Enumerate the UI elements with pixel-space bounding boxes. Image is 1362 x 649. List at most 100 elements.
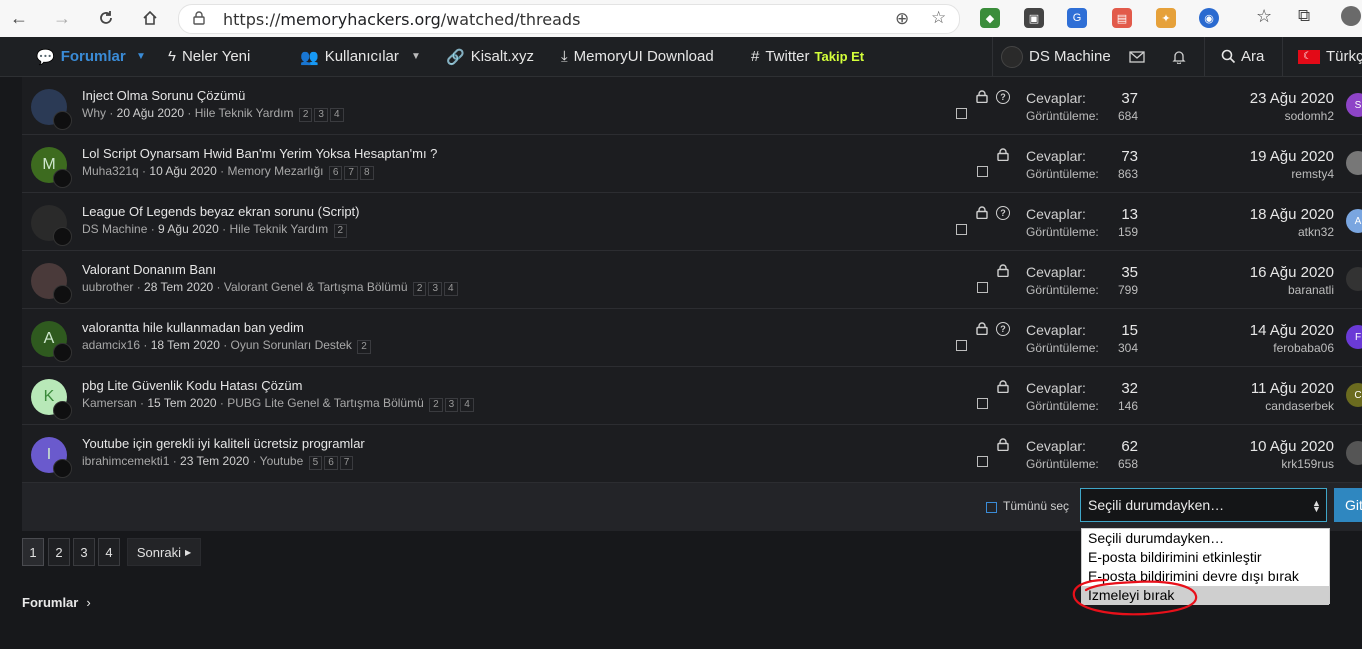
last-post-date[interactable]: 14 Ağu 2020 [1174, 322, 1334, 339]
thread-author[interactable]: DS Machine [82, 222, 147, 236]
page-link[interactable]: 2 [412, 282, 427, 296]
table-row[interactable]: Inject Olma Sorunu Çözümü Why · 20 Ağu 20… [22, 77, 1362, 135]
page-link[interactable]: 8 [359, 166, 374, 180]
nav-memoryui-download[interactable]: ⤓ MemoryUI Download [561, 37, 714, 76]
extension-person-icon[interactable]: ✦ [1156, 8, 1176, 28]
last-post-user[interactable]: candaserbek [1174, 399, 1334, 413]
table-row[interactable]: Kpbg Lite Güvenlik Kodu Hatası Çözüm Kame… [22, 367, 1362, 425]
last-post-user[interactable]: krk159rus [1174, 457, 1334, 471]
address-bar[interactable]: https://memoryhackers.org/watched/thread… [178, 4, 960, 34]
extension-compass-icon[interactable]: ◉ [1199, 8, 1219, 28]
page-3-button[interactable]: 3 [73, 538, 95, 566]
nav-neler-yeni[interactable]: ϟ Neler Yeni [168, 37, 250, 76]
profile-icon[interactable] [1341, 6, 1361, 26]
page-4-button[interactable]: 4 [98, 538, 120, 566]
select-all-label[interactable]: Tümünü seç [1003, 499, 1069, 513]
thread-checkbox[interactable] [977, 398, 988, 409]
nav-kullanicilar-dropdown[interactable]: ▼ [411, 37, 421, 76]
forward-icon[interactable]: → [48, 4, 76, 32]
thread-checkbox[interactable] [956, 108, 967, 119]
last-post-date[interactable]: 10 Ağu 2020 [1174, 438, 1334, 455]
avatar[interactable]: S [1346, 93, 1362, 117]
nav-alerts[interactable] [1172, 37, 1186, 76]
last-post-user[interactable]: atkn32 [1174, 225, 1334, 239]
table-row[interactable]: I Youtube için gerekli iyi kaliteli ücret… [22, 425, 1362, 483]
page-link[interactable]: 2 [429, 398, 443, 412]
thread-forum[interactable]: Oyun Sorunları Destek [231, 338, 352, 352]
extension-shield-icon[interactable]: ▣ [1024, 8, 1044, 28]
page-link[interactable]: 2 [357, 340, 371, 354]
avatar[interactable]: A [1346, 209, 1362, 233]
page-1-button[interactable]: 1 [22, 538, 44, 566]
bulk-action-select[interactable]: Seçili durumdayken… [1080, 488, 1327, 522]
avatar[interactable] [1346, 151, 1362, 175]
thread-checkbox[interactable] [977, 166, 988, 177]
thread-forum[interactable]: Hile Teknik Yardım [229, 222, 328, 236]
home-icon[interactable] [136, 4, 164, 32]
page-link[interactable]: 4 [329, 108, 344, 122]
thread-title[interactable]: Valorant Donanım Banı [82, 262, 216, 277]
extension-globe-icon[interactable]: ◆ [980, 8, 1000, 28]
thread-author[interactable]: ibrahimcemekti1 [82, 454, 169, 468]
thread-checkbox[interactable] [977, 282, 988, 293]
nav-user-account[interactable]: DS Machine [1001, 37, 1111, 76]
avatar[interactable] [1346, 441, 1362, 465]
page-link[interactable]: 4 [460, 398, 474, 412]
back-icon[interactable]: ← [5, 4, 33, 32]
next-page-button[interactable]: Sonraki ▶ [127, 538, 201, 566]
thread-forum[interactable]: Youtube [260, 454, 304, 468]
extension-translate-icon[interactable]: G [1067, 8, 1087, 28]
thread-title[interactable]: Youtube için gerekli iyi kaliteli ücrets… [82, 436, 365, 451]
table-row[interactable]: M Lol Script Oynarsam Hwid Ban'mı Yerim Y… [22, 135, 1362, 193]
reload-icon[interactable] [92, 4, 120, 32]
favorites-icon[interactable]: ☆ [1256, 6, 1272, 27]
table-row[interactable]: Avalorantta hile kullanmadan ban yedim ad… [22, 309, 1362, 367]
thread-title[interactable]: League Of Legends beyaz ekran sorunu (Sc… [82, 204, 360, 219]
breadcrumb[interactable]: Forumlar › [22, 595, 91, 610]
nav-forumlar[interactable]: 💬 Forumlar [36, 37, 126, 76]
avatar[interactable] [1346, 267, 1362, 291]
avatar[interactable]: C [1346, 383, 1362, 407]
thread-title[interactable]: valorantta hile kullanmadan ban yedim [82, 320, 304, 335]
nav-kisalt[interactable]: 🔗 Kisalt.xyz [446, 37, 534, 76]
page-2-button[interactable]: 2 [48, 538, 70, 566]
thread-author[interactable]: Kamersan [82, 396, 137, 410]
thread-forum[interactable]: Memory Mezarlığı [227, 164, 323, 178]
last-post-date[interactable]: 19 Ağu 2020 [1174, 148, 1334, 165]
page-link[interactable]: 3 [428, 282, 443, 296]
last-post-user[interactable]: ferobaba06 [1174, 341, 1334, 355]
avatar[interactable]: F [1346, 325, 1362, 349]
page-link[interactable]: 5 [308, 456, 323, 470]
page-link[interactable]: 3 [314, 108, 328, 122]
favorite-star-icon[interactable]: ☆ [931, 8, 946, 28]
option-enable-email[interactable]: E-posta bildirimini etkinleştir [1082, 548, 1329, 567]
select-all-checkbox[interactable] [986, 502, 997, 513]
nav-search[interactable]: Ara [1221, 37, 1264, 76]
extension-pdf-icon[interactable]: ▤ [1112, 8, 1132, 28]
thread-forum[interactable]: Valorant Genel & Tartışma Bölümü [224, 280, 408, 294]
page-link[interactable]: 6 [328, 166, 343, 180]
nav-forumlar-dropdown[interactable]: ▼ [136, 37, 146, 76]
option-selected-state[interactable]: Seçili durumdayken… [1082, 529, 1329, 548]
nav-inbox[interactable] [1129, 37, 1145, 76]
thread-author[interactable]: uubrother [82, 280, 133, 294]
table-row[interactable]: League Of Legends beyaz ekran sorunu (Sc… [22, 193, 1362, 251]
nav-language[interactable]: ☾ Türkç [1298, 37, 1362, 76]
thread-title[interactable]: pbg Lite Güvenlik Kodu Hatası Çözüm [82, 378, 302, 393]
thread-title[interactable]: Inject Olma Sorunu Çözümü [82, 88, 245, 103]
thread-checkbox[interactable] [956, 224, 967, 235]
last-post-user[interactable]: baranatli [1174, 283, 1334, 297]
last-post-user[interactable]: sodomh2 [1174, 109, 1334, 123]
page-link[interactable]: 3 [444, 398, 459, 412]
thread-forum[interactable]: PUBG Lite Genel & Tartışma Bölümü [227, 396, 424, 410]
go-button[interactable]: Git [1334, 488, 1362, 522]
thread-author[interactable]: Muha321q [82, 164, 139, 178]
page-link[interactable]: 2 [298, 108, 313, 122]
page-link[interactable]: 4 [444, 282, 458, 296]
page-link[interactable]: 7 [344, 166, 358, 180]
lock-icon[interactable] [193, 11, 205, 28]
nav-kullanicilar[interactable]: 👥 Kullanıcılar [300, 37, 399, 76]
collections-icon[interactable]: ⧉ [1298, 6, 1310, 26]
page-link[interactable]: 7 [339, 456, 354, 470]
thread-author[interactable]: Why [82, 106, 106, 120]
